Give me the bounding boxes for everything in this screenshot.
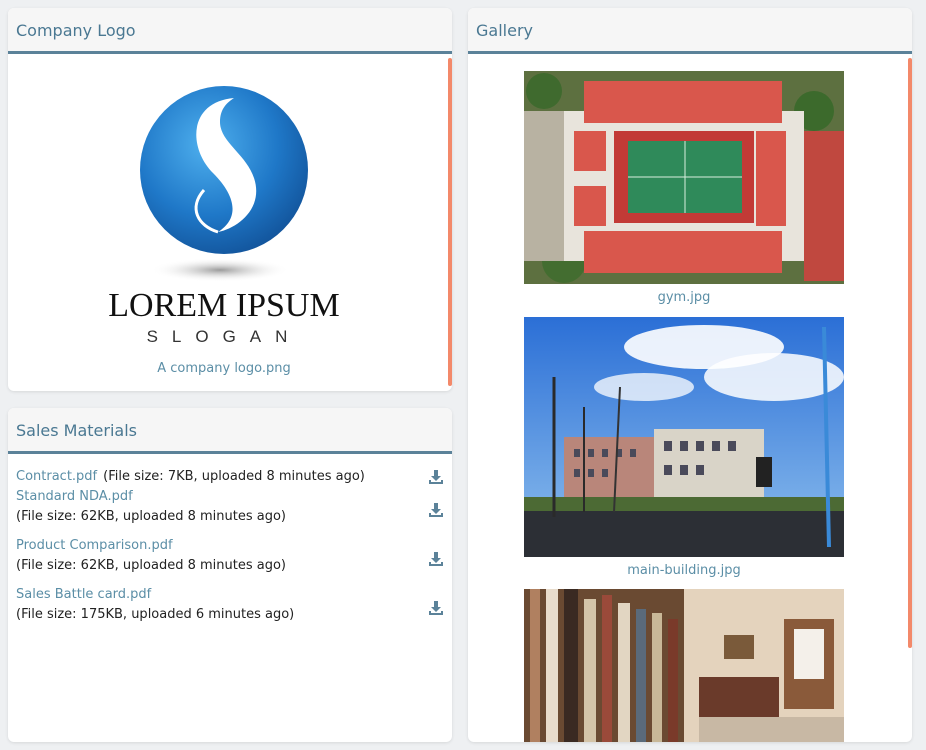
gallery-caption-main-building[interactable]: main-building.jpg: [524, 563, 844, 578]
company-logo-panel: Company Logo LOREM IPSUM SLOGAN A compan…: [8, 8, 452, 391]
logo-brand-name: LOREM IPSUM: [108, 287, 339, 324]
gallery-image-main-building[interactable]: [524, 317, 844, 557]
scrollbar[interactable]: [448, 58, 452, 386]
file-link[interactable]: Product Comparison.pdf: [16, 537, 414, 555]
file-list: Contract.pdf (File size: 7KB, uploaded 8 …: [8, 454, 452, 635]
gallery-image-library[interactable]: [524, 589, 844, 742]
file-link[interactable]: Standard NDA.pdf: [16, 488, 414, 506]
sales-materials-title: Sales Materials: [8, 408, 452, 454]
company-logo-title: Company Logo: [8, 8, 452, 54]
download-icon[interactable]: [428, 551, 444, 567]
file-meta: (File size: 7KB, uploaded 8 minutes ago): [103, 469, 365, 484]
file-meta: (File size: 62KB, uploaded 8 minutes ago…: [16, 509, 286, 524]
logo-slogan: SLOGAN: [147, 327, 302, 346]
gallery-panel: Gallery gym.jpg main-building.jpg: [468, 8, 912, 742]
company-logo-image[interactable]: LOREM IPSUM SLOGAN: [8, 58, 448, 358]
file-meta: (File size: 175KB, uploaded 6 minutes ag…: [16, 607, 295, 622]
file-meta: (File size: 62KB, uploaded 8 minutes ago…: [16, 558, 286, 573]
scrollbar[interactable]: [908, 58, 912, 648]
list-item: Contract.pdf (File size: 7KB, uploaded 8 …: [16, 460, 444, 488]
gallery-caption-gym[interactable]: gym.jpg: [524, 290, 844, 305]
gallery-image-gym[interactable]: [524, 71, 844, 284]
download-icon[interactable]: [428, 600, 444, 616]
list-item: Standard NDA.pdf (File size: 62KB, uploa…: [16, 488, 444, 537]
download-icon[interactable]: [428, 502, 444, 518]
company-logo-caption-link[interactable]: A company logo.png: [8, 361, 440, 376]
download-icon[interactable]: [428, 469, 444, 485]
list-item: Product Comparison.pdf (File size: 62KB,…: [16, 537, 444, 586]
gallery-title: Gallery: [468, 8, 912, 54]
file-link[interactable]: Contract.pdf: [16, 469, 97, 484]
file-link[interactable]: Sales Battle card.pdf: [16, 586, 414, 604]
list-item: Sales Battle card.pdf (File size: 175KB,…: [16, 586, 444, 635]
sales-materials-panel: Sales Materials Contract.pdf (File size: …: [8, 408, 452, 742]
